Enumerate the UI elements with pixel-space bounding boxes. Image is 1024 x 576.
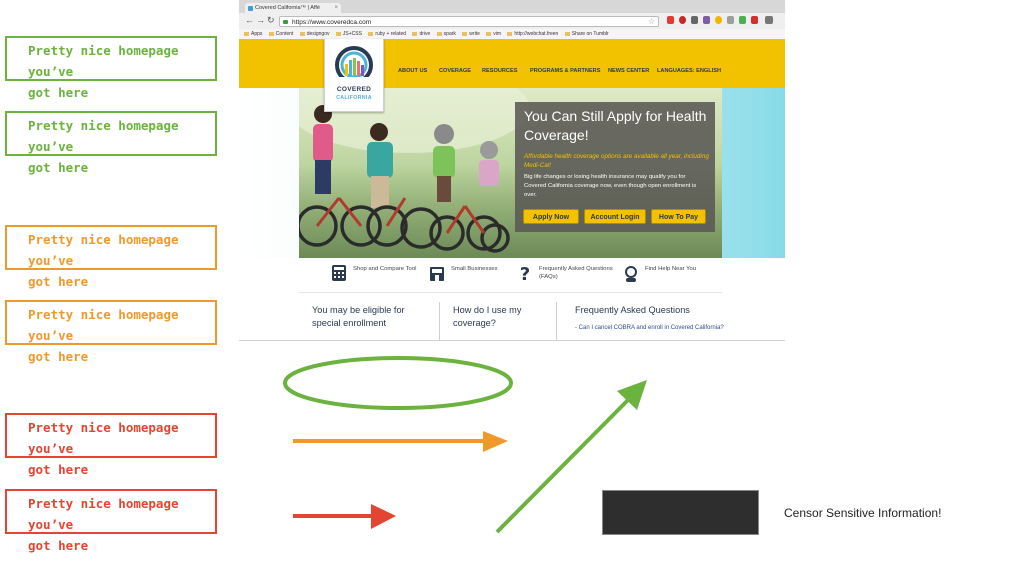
censor-caption: Censor Sensitive Information! [784, 506, 942, 520]
green-ellipse-shape [283, 356, 513, 410]
censor-rectangle [602, 490, 759, 535]
red-arrowhead [371, 504, 396, 529]
logo-text-line2: CALIFORNIA [336, 95, 372, 101]
annotation-shapes [283, 356, 647, 534]
orange-arrowhead [483, 431, 508, 452]
site-logo[interactable]: COVERED CALIFORNIA [324, 39, 384, 112]
logo-text-line1: COVERED [336, 86, 372, 93]
logo-arc-icon [333, 46, 375, 89]
